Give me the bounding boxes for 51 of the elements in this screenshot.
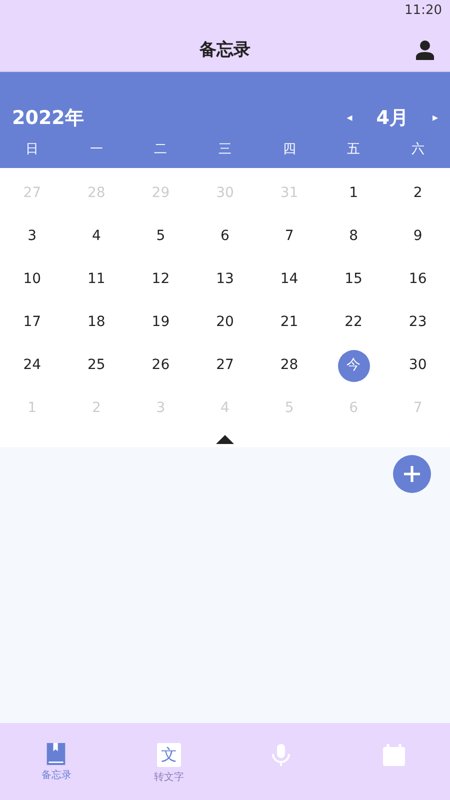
weekday-label: 五	[347, 142, 360, 158]
day-cell[interactable]: 14	[273, 264, 306, 296]
next-month-button[interactable]: ▸	[432, 110, 438, 126]
day-cell[interactable]: 17	[16, 306, 48, 338]
day-cell[interactable]: 2	[402, 178, 434, 210]
day-cell[interactable]: 24	[16, 350, 48, 382]
day-cell[interactable]: 26	[144, 350, 177, 382]
page-title: 备忘录	[200, 38, 250, 62]
day-cell[interactable]: 3	[16, 220, 48, 252]
day-cell[interactable]: 4	[80, 220, 112, 252]
calendar-icon	[382, 743, 406, 767]
day-cell[interactable]: 今	[338, 350, 370, 382]
day-cell[interactable]: 21	[273, 306, 306, 338]
day-cell[interactable]: 8	[338, 220, 370, 252]
day-cell[interactable]: 12	[144, 264, 177, 296]
prev-month-button[interactable]: ◂	[346, 110, 352, 126]
day-cell[interactable]: 1	[338, 178, 370, 210]
day-cell[interactable]: 23	[402, 306, 434, 338]
day-cell[interactable]: 18	[80, 306, 112, 338]
day-cell[interactable]: 22	[338, 306, 370, 338]
day-cell[interactable]: 16	[402, 264, 434, 296]
day-cell[interactable]: 13	[208, 264, 241, 296]
collapse-icon[interactable]	[216, 434, 234, 444]
weekday-label: 六	[411, 142, 424, 158]
day-cell[interactable]: 11	[80, 264, 112, 296]
book-icon	[45, 743, 68, 765]
day-cell[interactable]: 6	[208, 220, 241, 252]
day-cell[interactable]: 9	[402, 220, 434, 252]
month-label: 4月	[376, 106, 408, 131]
add-button[interactable]	[393, 455, 431, 493]
day-cell[interactable]: 10	[16, 264, 48, 296]
day-cell[interactable]: 7	[273, 220, 306, 252]
text-icon: 文	[156, 743, 181, 767]
day-cell[interactable]: 25	[80, 350, 112, 382]
nav-tab[interactable]: 文 转文字	[112, 743, 225, 783]
weekday-label: 一	[90, 142, 103, 158]
day-cell[interactable]: 30	[402, 350, 434, 382]
status-time: 11:20	[404, 3, 442, 18]
user-icon[interactable]	[416, 40, 434, 60]
weekday-label: 四	[282, 142, 296, 158]
day-cell[interactable]: 5	[144, 220, 177, 252]
plus-icon	[403, 465, 421, 483]
weekday-label: 二	[154, 142, 168, 158]
day-cell[interactable]: 19	[144, 306, 177, 338]
day-cell[interactable]: 15	[338, 264, 370, 296]
day-cell[interactable]: 27	[208, 350, 241, 382]
weekday-label: 三	[218, 142, 232, 158]
year-label: 2022年	[12, 106, 84, 131]
day-cell[interactable]: 20	[208, 306, 241, 338]
weekday-label: 日	[26, 142, 39, 158]
day-cell[interactable]: 28	[273, 350, 306, 382]
